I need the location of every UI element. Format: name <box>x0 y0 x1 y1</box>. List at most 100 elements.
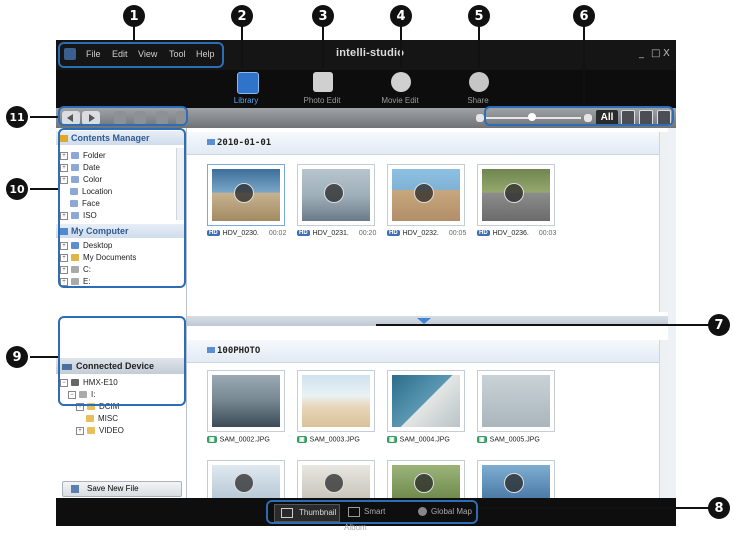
file-name: HDV_0231. <box>312 230 349 237</box>
save-new-file-button[interactable]: Save New File <box>62 481 182 497</box>
hd-badge: HD <box>387 230 400 237</box>
mode-label: Library <box>233 96 259 105</box>
video-thumbnail[interactable] <box>477 460 555 499</box>
thumbnail-caption: HD HDV_0231. 00:20 <box>297 230 376 237</box>
callout-5: 5 <box>468 5 490 27</box>
video-thumbnail[interactable] <box>477 164 555 226</box>
play-icon <box>234 183 254 203</box>
app-brand: intelli-studio <box>336 47 405 59</box>
photo-edit-icon <box>313 72 333 92</box>
callout-6: 6 <box>573 5 595 27</box>
duration: 00:05 <box>448 230 467 237</box>
play-icon <box>324 183 344 203</box>
callout-line-2 <box>241 26 243 68</box>
photo-thumbnail[interactable] <box>387 370 465 432</box>
hd-badge: HD <box>207 230 220 237</box>
duration: 00:20 <box>358 230 377 237</box>
zoom-out-button[interactable] <box>476 114 484 122</box>
callout-line-11 <box>30 116 58 118</box>
highlight-bottom-tabs <box>266 500 478 524</box>
section-icon <box>207 347 215 353</box>
highlight-contents-panel <box>58 128 186 288</box>
callout-line-1 <box>133 26 135 42</box>
callout-4: 4 <box>390 5 412 27</box>
tree-item-video[interactable]: + VIDEO <box>60 425 124 437</box>
minimize-button[interactable]: _ <box>639 48 644 59</box>
file-name: SAM_0004.JPG <box>399 436 450 444</box>
callout-line-8 <box>478 507 710 509</box>
section-icon <box>207 139 215 145</box>
duration: 00:03 <box>538 230 557 237</box>
thumbnail-image <box>212 375 280 427</box>
callout-line-6 <box>583 26 585 106</box>
file-name: HDV_0230. <box>222 230 259 237</box>
thumbnail-image <box>302 375 370 427</box>
thumbnail-caption: ▣ SAM_0004.JPG <box>387 436 450 443</box>
thumbnail-caption: HD HDV_0230. 00:02 <box>207 230 286 237</box>
section-header-folder: 100PHOTO <box>187 340 668 363</box>
save-icon <box>71 484 79 493</box>
mode-movie-edit-button[interactable]: Movie Edit <box>370 70 430 108</box>
thumbnail-image <box>392 375 460 427</box>
photo-thumbnail[interactable] <box>207 370 285 432</box>
highlight-menu <box>58 42 224 68</box>
library-icon <box>237 72 259 94</box>
section-title: 2010-01-01 <box>217 138 272 148</box>
mode-photo-edit-button[interactable]: Photo Edit <box>292 70 352 108</box>
thumbnail-caption: ▣ SAM_0003.JPG <box>297 436 360 443</box>
callout-line-10 <box>30 188 58 190</box>
thumbnail-image <box>482 375 550 427</box>
duration: 00:02 <box>268 230 287 237</box>
photo-thumbnail[interactable] <box>477 370 555 432</box>
mode-library-button[interactable]: Library <box>216 70 276 108</box>
callout-10: 10 <box>6 178 28 200</box>
play-icon <box>504 183 524 203</box>
section-title: 100PHOTO <box>217 346 261 356</box>
callout-8: 8 <box>708 497 730 519</box>
movie-edit-icon <box>391 72 411 92</box>
thumbnail-caption: ▣ SAM_0002.JPG <box>207 436 270 443</box>
content-scrollbar-top[interactable] <box>659 132 668 312</box>
maximize-button[interactable]: □ <box>651 48 660 59</box>
video-thumbnail[interactable] <box>207 164 285 226</box>
play-icon <box>234 473 254 493</box>
video-thumbnail[interactable] <box>387 460 465 499</box>
callout-line-5 <box>478 26 480 68</box>
photo-thumbnail[interactable] <box>297 370 375 432</box>
section-header-date: 2010-01-01 <box>187 132 668 155</box>
play-icon <box>414 473 434 493</box>
file-name: HDV_0232. <box>402 230 439 237</box>
thumbnail-caption: HD HDV_0232. 00:05 <box>387 230 466 237</box>
callout-line-7 <box>376 324 710 326</box>
photo-badge-icon: ▣ <box>207 436 217 443</box>
expand-icon[interactable]: + <box>76 426 84 435</box>
tree-item-misc[interactable]: MISC <box>60 413 124 425</box>
close-button[interactable]: X <box>663 48 670 59</box>
content-scrollbar-bottom[interactable] <box>659 340 668 498</box>
hd-badge: HD <box>297 230 310 237</box>
video-thumbnail[interactable] <box>297 460 375 499</box>
callout-2: 2 <box>231 5 253 27</box>
mode-label: Share <box>467 96 489 105</box>
play-icon <box>504 473 524 493</box>
callout-11: 11 <box>6 106 28 128</box>
highlight-view-toolbar <box>484 106 674 126</box>
tree-label: VIDEO <box>99 426 124 435</box>
video-thumbnail[interactable] <box>297 164 375 226</box>
thumbnail-caption: ▣ SAM_0005.JPG <box>477 436 540 443</box>
callout-line-3 <box>322 26 324 68</box>
callout-3: 3 <box>312 5 334 27</box>
save-new-file-label: Save New File <box>87 484 139 493</box>
tree-label: MISC <box>98 414 118 423</box>
share-globe-icon <box>469 72 489 92</box>
file-name: SAM_0003.JPG <box>309 436 360 444</box>
file-name: HDV_0236. <box>492 230 529 237</box>
video-thumbnail[interactable] <box>387 164 465 226</box>
mode-share-button[interactable]: Share <box>448 70 508 108</box>
thumbnail-caption: HD HDV_0236. 00:03 <box>477 230 556 237</box>
folder-icon <box>86 415 94 423</box>
mode-label: Movie Edit <box>381 96 419 105</box>
folder-icon <box>87 427 95 435</box>
callout-7: 7 <box>708 314 730 336</box>
video-thumbnail[interactable] <box>207 460 285 499</box>
